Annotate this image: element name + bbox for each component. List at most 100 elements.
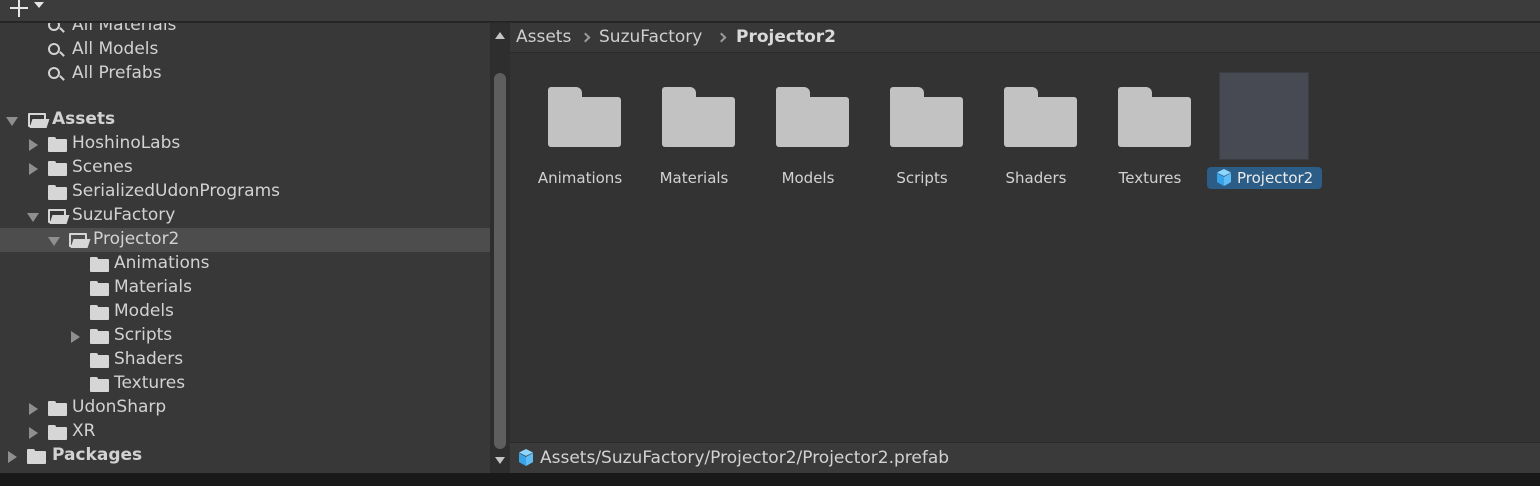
expand-arrow-icon[interactable] <box>48 237 60 246</box>
selected-asset-path: Assets/SuzuFactory/Projector2/Projector2… <box>540 448 950 468</box>
tree-item-models[interactable]: Models <box>0 300 490 324</box>
grid-folder-textures[interactable]: Textures <box>1093 68 1207 193</box>
folder-icon <box>90 257 109 272</box>
tree-item-label: UdonSharp <box>72 397 167 417</box>
expand-arrow-icon[interactable] <box>29 139 38 151</box>
tree-item-label: Assets <box>52 109 116 129</box>
search-icon <box>48 43 66 61</box>
tree-item-label: SuzuFactory <box>72 205 176 225</box>
tree-item-serializedudonprograms[interactable]: SerializedUdonPrograms <box>0 180 490 204</box>
create-button[interactable] <box>6 0 50 18</box>
tree-item-hoshinolabs[interactable]: HoshinoLabs <box>0 132 490 156</box>
asset-browser-panel: Assets SuzuFactory Projector2 Animations… <box>510 23 1540 473</box>
grid-item-label: Scripts <box>896 169 948 187</box>
project-tree-panel: All Materials All Models All Prefabs Ass… <box>0 23 490 473</box>
expand-arrow-icon[interactable] <box>6 117 18 126</box>
scroll-up-icon[interactable] <box>495 32 505 39</box>
grid-item-label: Animations <box>537 169 623 187</box>
tree-item-all-materials[interactable]: All Materials <box>0 23 490 38</box>
folder-icon <box>548 87 621 147</box>
search-icon <box>48 23 66 37</box>
tree-item-shaders[interactable]: Shaders <box>0 348 490 372</box>
expand-arrow-icon[interactable] <box>29 427 38 439</box>
folder-icon <box>90 281 109 296</box>
grid-item-label: Models <box>781 169 835 187</box>
grid-folder-models[interactable]: Models <box>751 68 865 193</box>
plus-icon <box>10 0 30 18</box>
tree-item-scenes[interactable]: Scenes <box>0 156 490 180</box>
tree-item-animations[interactable]: Animations <box>0 252 490 276</box>
folder-icon <box>890 87 963 147</box>
expand-arrow-icon[interactable] <box>8 451 17 463</box>
folder-icon <box>1118 87 1191 147</box>
tree-item-all-models[interactable]: All Models <box>0 38 490 62</box>
tree-item-projector2[interactable]: Projector2 <box>0 228 490 252</box>
prefab-cube-icon <box>517 449 535 467</box>
grid-item-label: Materials <box>659 169 729 187</box>
tree-item-label: HoshinoLabs <box>72 133 181 153</box>
folder-icon <box>48 137 67 152</box>
tree-item-label: Shaders <box>114 349 184 369</box>
folder-icon <box>48 401 67 416</box>
tree-item-label: Scenes <box>72 157 133 177</box>
breadcrumb-projector2[interactable]: Projector2 <box>736 27 836 47</box>
tree-item-label: XR <box>72 421 96 441</box>
tree-item-materials[interactable]: Materials <box>0 276 490 300</box>
scroll-thumb[interactable] <box>494 73 506 449</box>
project-toolbar <box>0 0 1540 22</box>
tree-item-suzufactory[interactable]: SuzuFactory <box>0 204 490 228</box>
tree-item-assets[interactable]: Assets <box>0 108 490 132</box>
window-bottom-edge <box>0 473 1540 486</box>
folder-icon <box>662 87 735 147</box>
open-folder-icon <box>28 113 50 128</box>
tree-scrollbar[interactable] <box>490 23 510 473</box>
scroll-down-icon[interactable] <box>495 457 505 464</box>
open-folder-icon <box>69 233 91 248</box>
grid-folder-animations[interactable]: Animations <box>523 68 637 193</box>
grid-prefab-projector2[interactable]: Projector2 <box>1207 68 1322 193</box>
tree-item-all-prefabs[interactable]: All Prefabs <box>0 62 490 86</box>
tree-item-label: Materials <box>114 277 192 297</box>
folder-icon <box>48 425 67 440</box>
breadcrumb-suzufactory[interactable]: SuzuFactory <box>599 27 702 47</box>
grid-folder-shaders[interactable]: Shaders <box>979 68 1093 193</box>
tree-item-scripts[interactable]: Scripts <box>0 324 490 348</box>
status-bar: Assets/SuzuFactory/Projector2/Projector2… <box>510 442 1540 473</box>
grid-item-label: Projector2 <box>1237 169 1314 187</box>
tree-item-label: All Prefabs <box>72 63 162 83</box>
tree-item-udonsharp[interactable]: UdonSharp <box>0 396 490 420</box>
expand-arrow-icon[interactable] <box>29 403 38 415</box>
tree-item-label: Projector2 <box>93 229 180 249</box>
prefab-thumbnail <box>1219 72 1309 160</box>
tree-item-label: SerializedUdonPrograms <box>72 181 280 201</box>
tree-item-label: Textures <box>114 373 186 393</box>
tree-item-packages[interactable]: Packages <box>0 444 490 468</box>
folder-icon <box>48 161 67 176</box>
selected-item-label: Projector2 <box>1207 167 1322 189</box>
tree-item-textures[interactable]: Textures <box>0 372 490 396</box>
folder-icon <box>1004 87 1077 147</box>
tree-item-label: Animations <box>114 253 210 273</box>
expand-arrow-icon[interactable] <box>71 331 80 343</box>
tree-item-label: All Materials <box>72 23 177 35</box>
tree-item-label: Packages <box>52 445 143 465</box>
prefab-cube-icon <box>1215 169 1233 187</box>
tree-item-xr[interactable]: XR <box>0 420 490 444</box>
breadcrumb: Assets SuzuFactory Projector2 <box>510 23 1540 53</box>
folder-icon <box>27 449 46 464</box>
grid-item-label: Shaders <box>1005 169 1067 187</box>
tree-item-label: All Models <box>72 39 159 59</box>
folder-icon <box>48 185 67 200</box>
folder-icon <box>90 377 109 392</box>
open-folder-icon <box>48 209 70 224</box>
expand-arrow-icon[interactable] <box>27 213 39 222</box>
grid-item-label: Textures <box>1118 169 1182 187</box>
chevron-right-icon <box>580 32 591 43</box>
folder-icon <box>776 87 849 147</box>
tree-item-label: Scripts <box>114 325 173 345</box>
expand-arrow-icon[interactable] <box>29 163 38 175</box>
grid-folder-scripts[interactable]: Scripts <box>865 68 979 193</box>
breadcrumb-assets[interactable]: Assets <box>516 27 571 47</box>
grid-folder-materials[interactable]: Materials <box>637 68 751 193</box>
folder-icon <box>90 329 109 344</box>
